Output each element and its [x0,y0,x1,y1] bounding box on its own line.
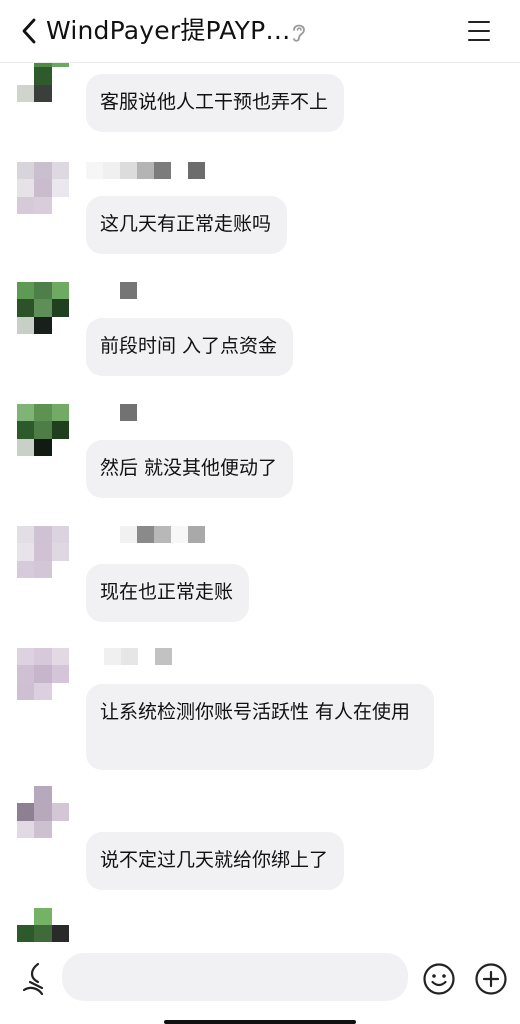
message-text: 让系统检测你账号活跃性 有人在使用 [100,701,411,723]
message-text: 客服说他人工干预也弄不上 [100,91,329,113]
message-text: 这几天有正常走账吗 [100,213,272,235]
message-list[interactable]: 客服说他人工干预也弄不上 这几天有正常走账吗 前段时间 入了点资金 然后 就没其… [0,62,520,942]
chat-title: WindPayer提PAYP… [46,16,291,45]
avatar[interactable] [17,648,69,700]
emoji-icon[interactable] [422,962,456,996]
message-bubble[interactable]: 然后 就没其他便动了 [86,440,294,498]
sender-name [104,648,172,666]
voice-icon[interactable] [20,960,50,996]
sender-name [86,162,205,180]
message-text: 说不定过几天就给你绑上了 [100,849,329,871]
home-indicator [164,1020,356,1024]
chevron-left-icon [22,18,36,44]
message-text: 现在也正常走账 [100,581,234,603]
sender-name [120,404,137,422]
avatar[interactable] [17,526,69,578]
plus-icon[interactable] [474,962,508,996]
message-bubble[interactable]: 这几天有正常走账吗 [86,196,288,254]
message-bubble[interactable]: 让系统检测你账号活跃性 有人在使用 [86,684,434,770]
chat-header: WindPayer提PAYP… [0,0,520,63]
menu-button[interactable] [462,16,496,46]
message-input[interactable] [62,953,408,1001]
avatar[interactable] [17,282,69,334]
message-bubble[interactable]: 现在也正常走账 [86,564,250,622]
avatar[interactable] [17,162,69,214]
message-text: 前段时间 入了点资金 [100,335,278,357]
message-bubble[interactable]: 说不定过几天就给你绑上了 [86,832,345,890]
avatar[interactable] [17,62,69,102]
message-bubble[interactable]: 客服说他人工干预也弄不上 [86,74,345,132]
sender-name [120,526,205,544]
avatar[interactable] [17,404,69,456]
message-text: 然后 就没其他便动了 [100,457,278,479]
back-button[interactable] [14,16,44,46]
avatar[interactable] [17,908,69,942]
avatar[interactable] [17,786,69,838]
message-bubble[interactable]: 前段时间 入了点资金 [86,318,294,376]
sender-name [120,282,137,300]
ear-icon [293,24,305,42]
